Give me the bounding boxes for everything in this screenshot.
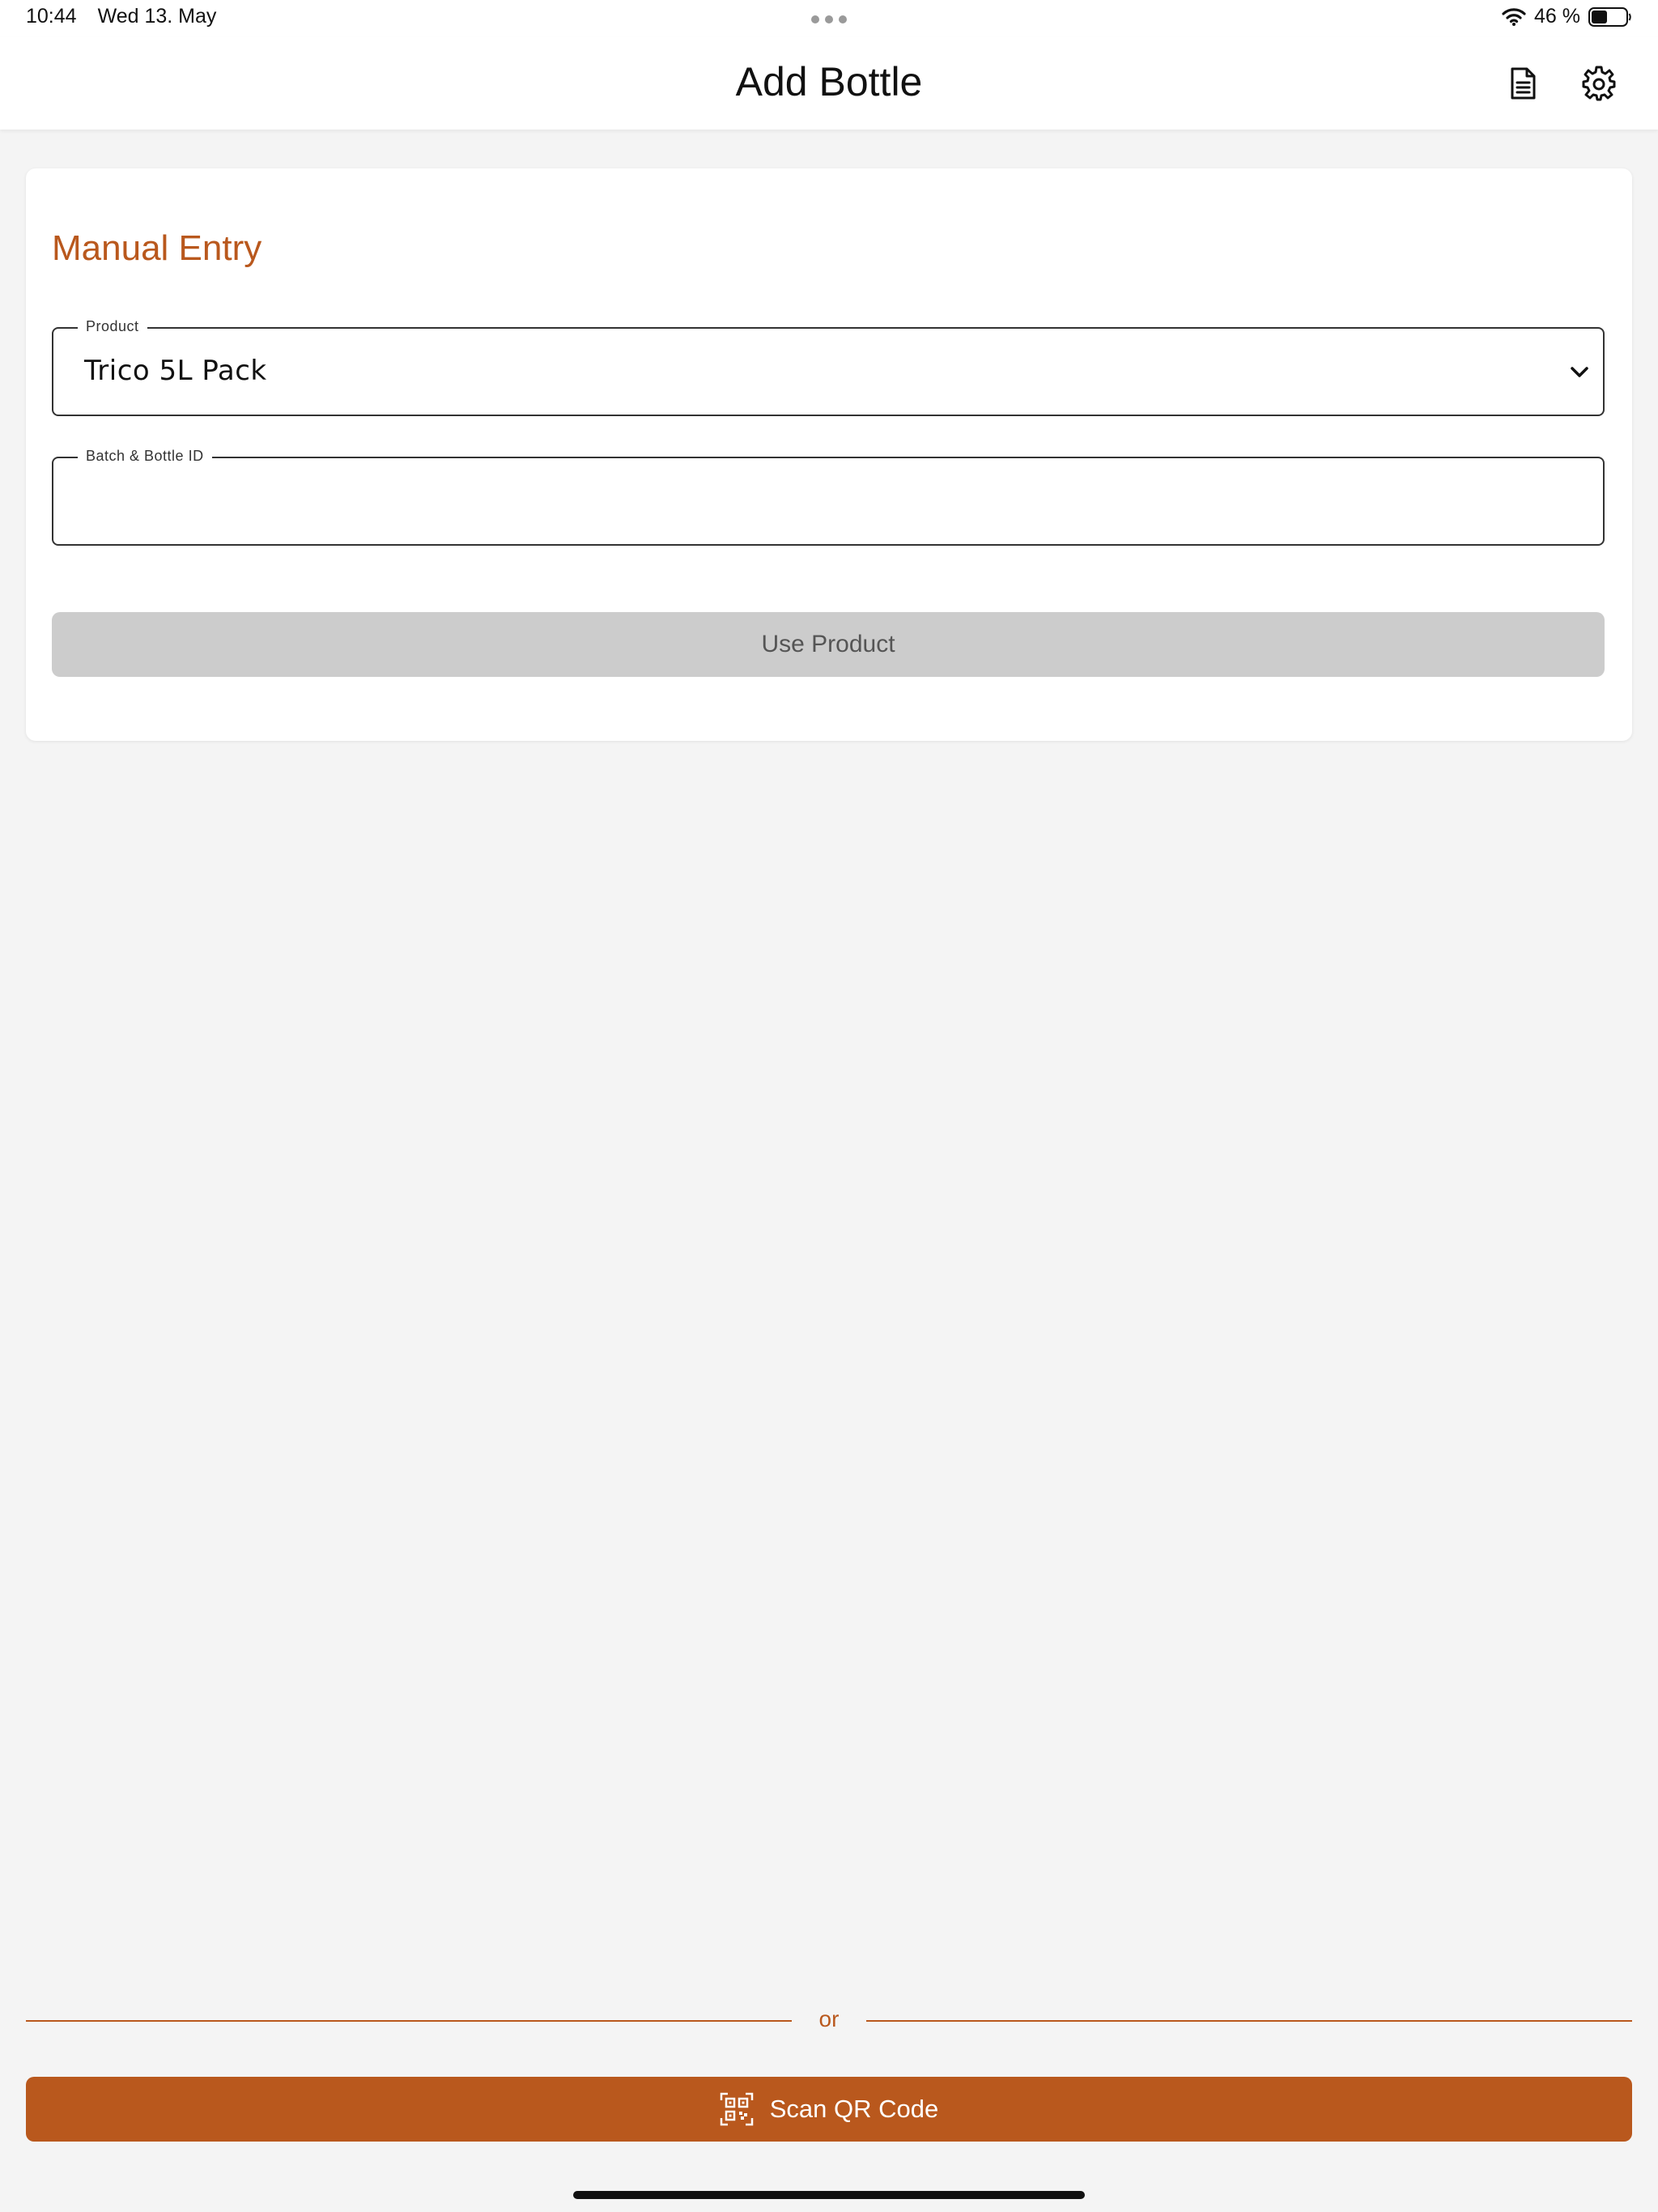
battery-icon [1588,6,1631,27]
divider-line-left [26,2020,792,2022]
divider-or-text: or [818,2006,840,2031]
wifi-icon [1502,7,1526,26]
chevron-down-icon [1571,367,1588,377]
status-indicators: 46 % [1502,5,1632,28]
product-value: Trico 5L Pack [84,355,267,387]
app-header: Add Bottle [0,37,1658,130]
status-time: 10:44 [26,5,77,28]
batch-bottle-id-field: Batch & Bottle ID [52,448,1605,546]
manual-entry-title: Manual Entry [52,228,262,268]
multitasking-dots-icon[interactable] [811,15,847,23]
status-bar: 10:44 Wed 13. May 46 % [0,0,1658,37]
document-icon [1511,67,1536,100]
settings-button[interactable] [1579,63,1619,104]
home-indicator[interactable] [573,2191,1085,2199]
status-date: Wed 13. May [97,5,217,28]
batch-bottle-id-label: Batch & Bottle ID [78,448,212,465]
product-select[interactable]: Product Trico 5L Pack [52,318,1605,416]
batch-bottle-id-input[interactable] [84,483,1569,521]
divider-line-right [866,2020,1632,2022]
battery-percent: 46 % [1534,5,1580,28]
qr-code-icon [720,2092,753,2126]
product-label: Product [78,318,147,335]
page-title: Add Bottle [735,59,923,104]
document-button[interactable] [1503,63,1543,104]
use-product-button[interactable]: Use Product [52,612,1605,677]
scan-qr-code-label: Scan QR Code [769,2095,939,2123]
scan-qr-code-button[interactable]: Scan QR Code [26,2077,1632,2142]
gear-icon [1582,66,1616,101]
manual-entry-card: Manual Entry Product Trico 5L Pack Batch… [26,168,1632,741]
status-clock: 10:44 Wed 13. May [26,5,216,28]
